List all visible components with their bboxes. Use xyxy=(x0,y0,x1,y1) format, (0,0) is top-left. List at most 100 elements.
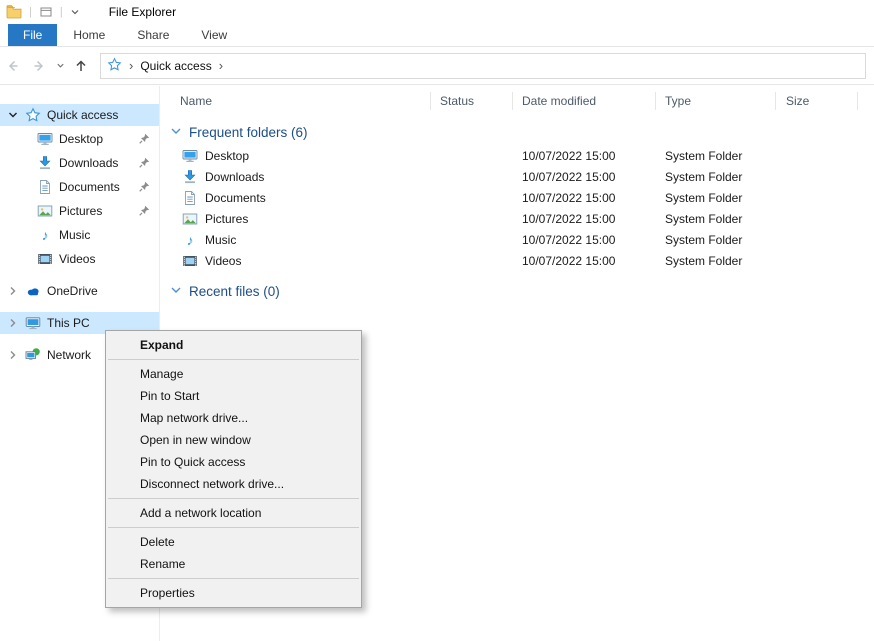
toolbar-separator: | xyxy=(60,6,63,18)
file-name: Music xyxy=(205,233,236,247)
sidebar-item-label: Downloads xyxy=(59,156,118,170)
sidebar-item-label: This PC xyxy=(47,316,90,330)
menu-item-properties[interactable]: Properties xyxy=(106,582,361,604)
menu-item-pin-to-quick-access[interactable]: Pin to Quick access xyxy=(106,451,361,473)
column-divider[interactable] xyxy=(857,92,858,110)
onedrive-icon xyxy=(25,283,41,299)
file-type: System Folder xyxy=(665,233,742,247)
toolbar-separator: | xyxy=(29,6,32,18)
quick-access-icon xyxy=(25,107,41,123)
column-header-type[interactable]: Type xyxy=(665,94,691,108)
forward-button[interactable] xyxy=(26,53,52,79)
desktop-icon xyxy=(182,148,198,164)
menu-item-map-network-drive[interactable]: Map network drive... xyxy=(106,407,361,429)
quick-access-toolbar-icon[interactable] xyxy=(39,5,53,19)
tab-share[interactable]: Share xyxy=(121,24,185,46)
address-bar: › Quick access › xyxy=(0,47,874,85)
column-header-date-modified[interactable]: Date modified xyxy=(522,94,596,108)
sidebar-item-label: Quick access xyxy=(47,108,118,122)
sidebar-item-label: Videos xyxy=(59,252,95,266)
file-date-modified: 10/07/2022 15:00 xyxy=(522,254,615,268)
menu-item-rename[interactable]: Rename xyxy=(106,553,361,575)
back-button[interactable] xyxy=(0,53,26,79)
chevron-down-icon[interactable] xyxy=(170,284,182,299)
chevron-down-icon[interactable] xyxy=(170,125,182,140)
titlebar: | | File Explorer xyxy=(0,0,874,24)
address-box[interactable]: › Quick access › xyxy=(100,53,866,79)
file-date-modified: 10/07/2022 15:00 xyxy=(522,149,615,163)
pictures-icon xyxy=(182,211,198,227)
column-header-size[interactable]: Size xyxy=(786,94,809,108)
file-row-videos[interactable]: Videos 10/07/2022 15:00 System Folder xyxy=(161,251,874,272)
chevron-right-icon[interactable] xyxy=(7,350,19,360)
sidebar-item-downloads[interactable]: Downloads xyxy=(0,152,159,174)
documents-icon xyxy=(37,179,53,195)
column-header-status[interactable]: Status xyxy=(440,94,474,108)
tab-view[interactable]: View xyxy=(185,24,243,46)
pin-icon xyxy=(139,133,150,147)
up-button[interactable] xyxy=(68,53,94,79)
sidebar-item-label: Network xyxy=(47,348,91,362)
column-header-name[interactable]: Name xyxy=(180,94,212,108)
sidebar-item-desktop[interactable]: Desktop xyxy=(0,128,159,150)
column-divider[interactable] xyxy=(775,92,776,110)
customize-toolbar-chevron-icon[interactable] xyxy=(70,7,80,17)
menu-item-delete[interactable]: Delete xyxy=(106,531,361,553)
explorer-folder-icon xyxy=(6,4,22,20)
sidebar-item-music[interactable]: ♪ Music xyxy=(0,224,159,246)
group-header-label: Recent files (0) xyxy=(189,284,280,299)
sidebar-item-label: Music xyxy=(59,228,90,242)
documents-icon xyxy=(182,190,198,206)
file-row-documents[interactable]: Documents 10/07/2022 15:00 System Folder xyxy=(161,188,874,209)
chevron-down-icon[interactable] xyxy=(7,110,19,120)
menu-item-disconnect-network-drive[interactable]: Disconnect network drive... xyxy=(106,473,361,495)
menu-separator xyxy=(108,527,359,528)
window-title: File Explorer xyxy=(109,5,176,19)
sidebar-item-label: Pictures xyxy=(59,204,102,218)
group-header-frequent-folders[interactable]: Frequent folders (6) xyxy=(170,122,308,142)
file-date-modified: 10/07/2022 15:00 xyxy=(522,191,615,205)
sidebar-item-pictures[interactable]: Pictures xyxy=(0,200,159,222)
breadcrumb-chevron-icon[interactable]: › xyxy=(127,58,135,73)
breadcrumb-chevron-icon[interactable]: › xyxy=(217,58,225,73)
breadcrumb-quick-access[interactable]: Quick access xyxy=(140,59,211,73)
file-type: System Folder xyxy=(665,170,742,184)
chevron-right-icon[interactable] xyxy=(7,286,19,296)
ribbon-tab-bar: File Home Share View xyxy=(0,24,874,47)
file-row-downloads[interactable]: Downloads 10/07/2022 15:00 System Folder xyxy=(161,167,874,188)
file-name: Videos xyxy=(205,254,241,268)
sidebar-item-videos[interactable]: Videos xyxy=(0,248,159,270)
group-header-recent-files[interactable]: Recent files (0) xyxy=(170,281,280,301)
file-name: Documents xyxy=(205,191,266,205)
menu-item-add-network-location[interactable]: Add a network location xyxy=(106,502,361,524)
tab-file[interactable]: File xyxy=(8,24,57,46)
sidebar-item-quick-access[interactable]: Quick access xyxy=(0,104,159,126)
menu-item-manage[interactable]: Manage xyxy=(106,363,361,385)
sidebar-item-label: OneDrive xyxy=(47,284,98,298)
column-divider[interactable] xyxy=(655,92,656,110)
menu-separator xyxy=(108,578,359,579)
column-divider[interactable] xyxy=(430,92,431,110)
menu-item-pin-to-start[interactable]: Pin to Start xyxy=(106,385,361,407)
videos-icon xyxy=(37,251,53,267)
tab-home[interactable]: Home xyxy=(57,24,121,46)
sidebar-item-onedrive[interactable]: OneDrive xyxy=(0,280,159,302)
pin-icon xyxy=(139,157,150,171)
menu-item-open-in-new-window[interactable]: Open in new window xyxy=(106,429,361,451)
file-type: System Folder xyxy=(665,254,742,268)
sidebar-item-documents[interactable]: Documents xyxy=(0,176,159,198)
file-row-music[interactable]: ♪ Music 10/07/2022 15:00 System Folder xyxy=(161,230,874,251)
column-divider[interactable] xyxy=(512,92,513,110)
videos-icon xyxy=(182,253,198,269)
file-row-desktop[interactable]: Desktop 10/07/2022 15:00 System Folder xyxy=(161,146,874,167)
file-name: Desktop xyxy=(205,149,249,163)
file-type: System Folder xyxy=(665,191,742,205)
pin-icon xyxy=(139,181,150,195)
downloads-icon xyxy=(37,155,53,171)
file-date-modified: 10/07/2022 15:00 xyxy=(522,212,615,226)
chevron-right-icon[interactable] xyxy=(7,318,19,328)
downloads-icon xyxy=(182,169,198,185)
file-row-pictures[interactable]: Pictures 10/07/2022 15:00 System Folder xyxy=(161,209,874,230)
menu-item-expand[interactable]: Expand xyxy=(106,334,361,356)
recent-locations-chevron-icon[interactable] xyxy=(52,53,68,79)
